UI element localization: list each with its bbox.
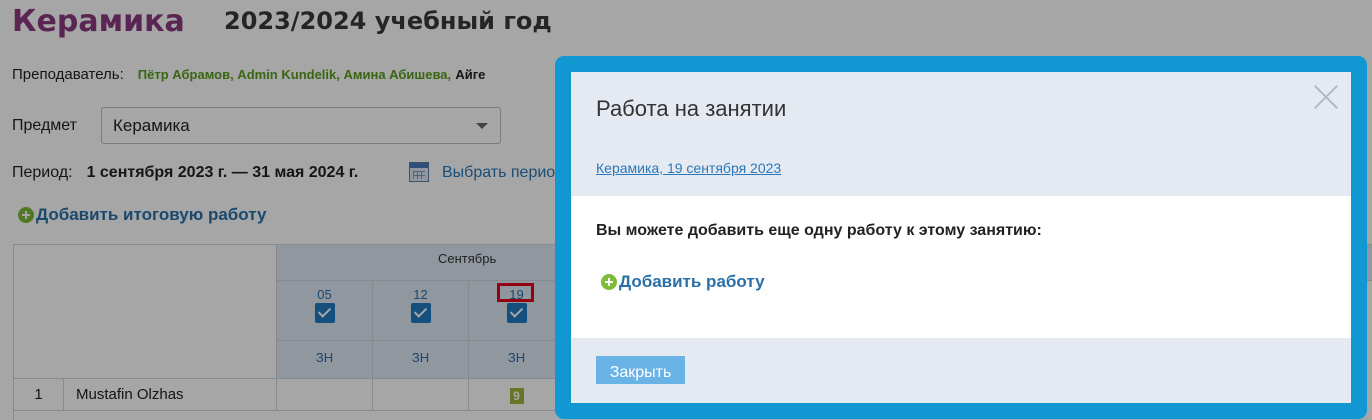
dialog-header: Работа на занятии Керамика, 19 сентября …: [571, 72, 1351, 196]
close-icon[interactable]: [1313, 84, 1339, 110]
lesson-link[interactable]: Керамика, 19 сентября 2023: [596, 160, 781, 176]
dialog-content: Работа на занятии Керамика, 19 сентября …: [571, 72, 1351, 403]
close-button[interactable]: Закрыть: [596, 356, 685, 384]
add-work-button[interactable]: Добавить работу: [601, 272, 765, 292]
add-work-label: Добавить работу: [619, 272, 765, 291]
dialog-title: Работа на занятии: [596, 96, 787, 121]
dialog-message: Вы можете добавить еще одну работу к это…: [596, 222, 1042, 239]
dialog-footer: Закрыть: [571, 338, 1351, 403]
lesson-work-dialog: Работа на занятии Керамика, 19 сентября …: [555, 56, 1367, 419]
dialog-body: Вы можете добавить еще одну работу к это…: [571, 196, 1351, 338]
plus-circle-icon: [601, 274, 617, 290]
